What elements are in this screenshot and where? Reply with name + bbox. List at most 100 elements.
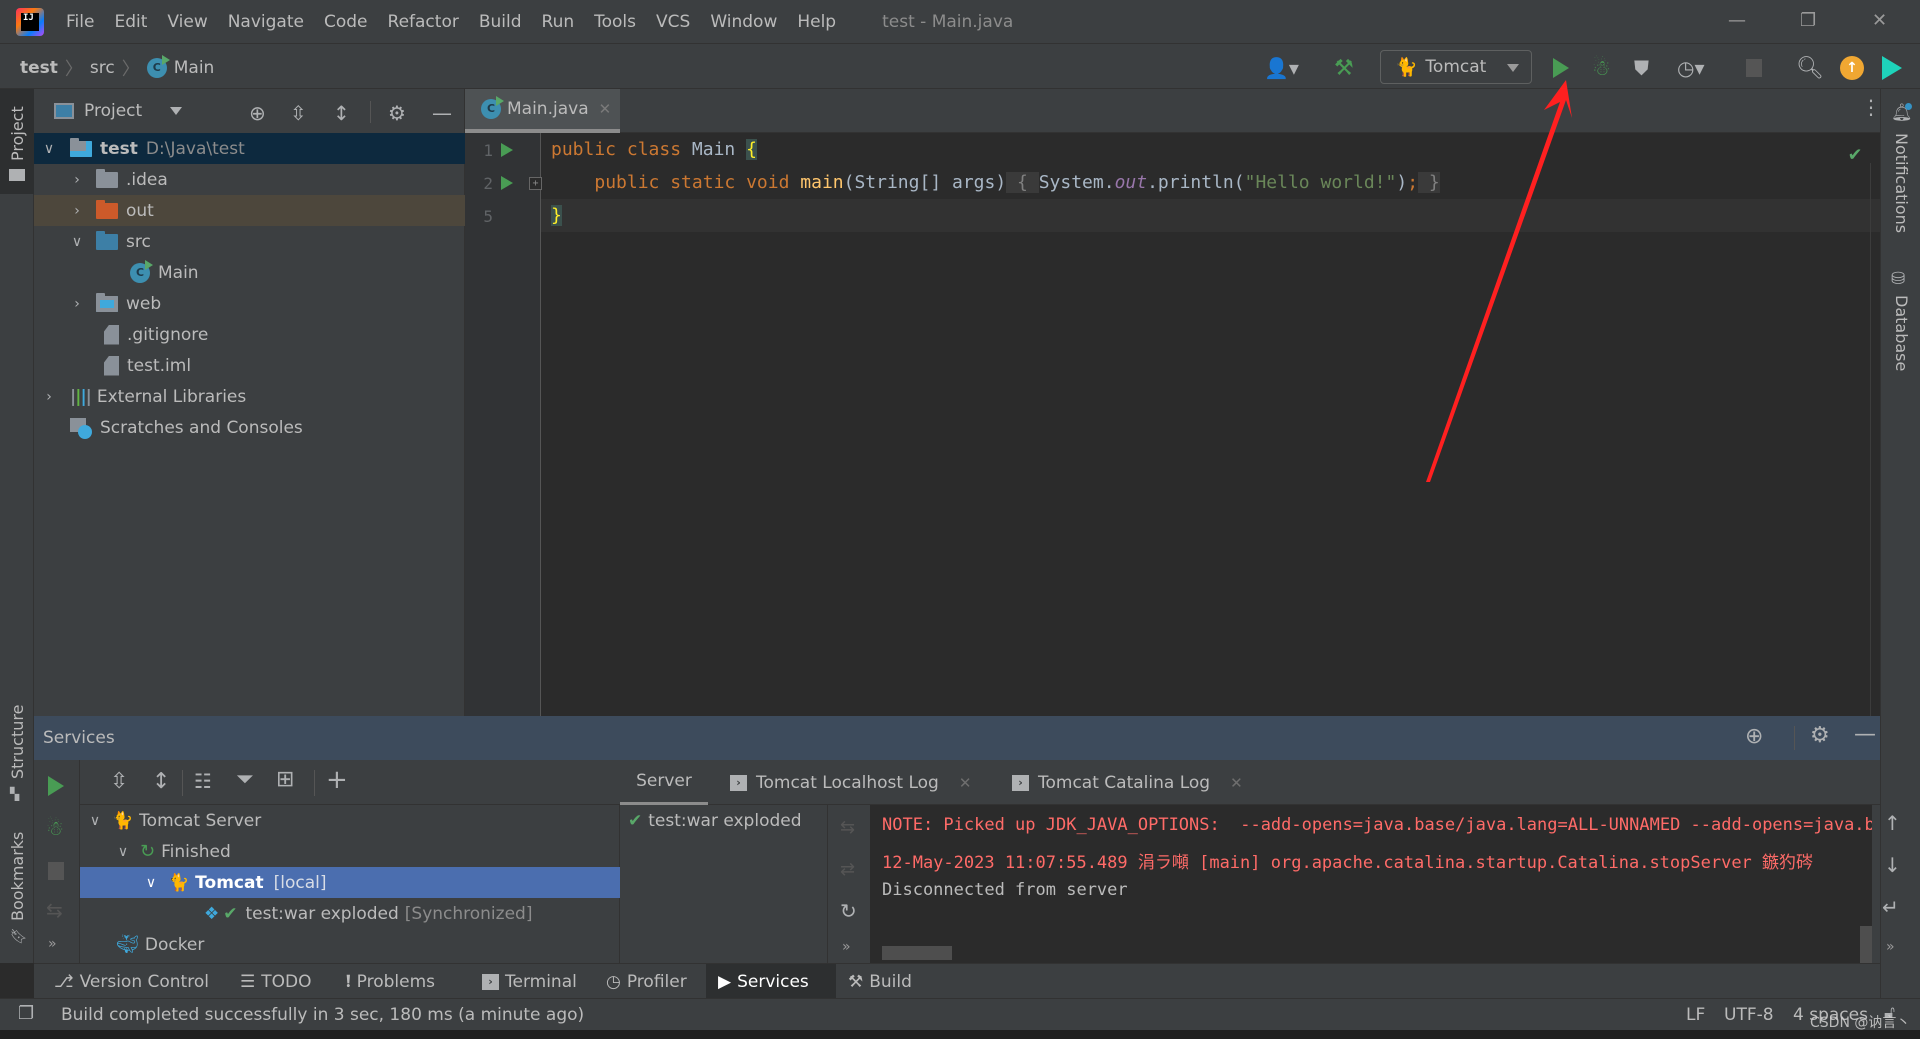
filter-icon[interactable]: ⏷: [236, 767, 254, 792]
close-tab-icon[interactable]: ✕: [1230, 774, 1243, 792]
database-tool-label[interactable]: Database: [1892, 295, 1911, 371]
chevron-right-icon[interactable]: ›: [70, 172, 84, 188]
toggle-tool-windows-icon[interactable]: ❐: [18, 1003, 34, 1024]
breadcrumb-src[interactable]: src: [90, 58, 115, 78]
run-gutter-icon[interactable]: [501, 143, 513, 157]
scroll-up-arrow-icon[interactable]: ↑: [1884, 811, 1901, 835]
tree-item-external-libraries[interactable]: › |||| External Libraries: [34, 381, 465, 412]
line-separator-indicator[interactable]: LF: [1686, 1005, 1705, 1025]
tree-item-test[interactable]: ∨ test D:\Java\test: [34, 133, 465, 164]
chevron-right-icon[interactable]: ›: [70, 203, 84, 219]
more-options-icon[interactable]: ⋮: [1861, 97, 1881, 117]
chevron-down-icon[interactable]: ∨: [144, 875, 158, 891]
menu-build[interactable]: Build: [479, 12, 522, 32]
soft-wrap-icon[interactable]: ↵: [1882, 895, 1899, 919]
vertical-scrollbar[interactable]: [1860, 926, 1872, 963]
scroll-down-arrow-icon[interactable]: ↓: [1884, 853, 1901, 877]
stop-icon[interactable]: [48, 862, 64, 880]
service-finished[interactable]: ∨ ↻ Finished: [80, 836, 620, 867]
run-configuration-selector[interactable]: 🐈 Tomcat: [1380, 50, 1532, 84]
chevron-down-icon[interactable]: ∨: [116, 844, 130, 860]
project-view-selector[interactable]: Project: [84, 101, 142, 121]
service-docker[interactable]: 🐳︎ Docker: [80, 929, 620, 960]
chevron-down-icon[interactable]: ∨: [42, 141, 56, 157]
tree-item-src[interactable]: ∨ src: [34, 226, 465, 257]
undeploy-icon[interactable]: ⇄: [840, 859, 855, 880]
console-output[interactable]: NOTE: Picked up JDK_JAVA_OPTIONS: --add-…: [870, 805, 1872, 963]
run-with-coverage-icon[interactable]: ⛊: [1634, 55, 1649, 81]
tool-profiler[interactable]: ◷ Profiler: [594, 964, 699, 999]
deployment-item[interactable]: ✔ test:war exploded: [620, 805, 828, 836]
tool-version-control[interactable]: ⎇ Version Control: [42, 964, 221, 999]
tab-server[interactable]: Server: [620, 760, 708, 805]
profiler-run-icon[interactable]: ◷▾: [1677, 55, 1705, 81]
tab-tomcat-catalina-log[interactable]: › Tomcat Catalina Log ✕: [1012, 760, 1243, 805]
vcs-user-icon[interactable]: 👤▾: [1264, 55, 1299, 81]
project-tool-label[interactable]: Project: [8, 106, 27, 161]
more-actions-icon[interactable]: »: [1886, 939, 1895, 955]
structure-tool-label[interactable]: Structure: [8, 705, 27, 779]
debug-bug-icon[interactable]: ☃: [46, 816, 64, 840]
service-war-exploded[interactable]: ❖ ✔ test:war exploded [Synchronized]: [80, 898, 620, 929]
fold-expand-icon[interactable]: +: [529, 177, 542, 190]
run-button[interactable]: [1553, 55, 1569, 81]
chevron-right-icon[interactable]: ›: [70, 296, 84, 312]
close-tab-icon[interactable]: ✕: [599, 100, 612, 118]
tree-item-gitignore[interactable]: .gitignore: [34, 319, 465, 350]
search-icon[interactable]: 🔍︎: [1796, 55, 1824, 81]
chevron-down-icon[interactable]: ∨: [88, 813, 102, 829]
menu-edit[interactable]: Edit: [114, 12, 147, 32]
group-by-icon[interactable]: ☷: [194, 769, 212, 793]
new-service-tab-icon[interactable]: ⊞: [276, 767, 294, 792]
stop-button[interactable]: [1746, 55, 1762, 81]
collapse-all-icon[interactable]: ↕: [152, 769, 170, 794]
menu-refactor[interactable]: Refactor: [388, 12, 459, 32]
hide-panel-icon[interactable]: —: [1854, 722, 1876, 747]
chevron-right-icon[interactable]: ›: [42, 389, 56, 405]
update-button[interactable]: ↑: [1840, 55, 1864, 81]
locate-file-icon[interactable]: ⊕: [249, 101, 266, 125]
tree-item-main[interactable]: C Main: [34, 257, 465, 288]
editor-scrollbar-track[interactable]: [1870, 163, 1871, 716]
horizontal-scrollbar[interactable]: [882, 946, 952, 960]
more-actions-icon[interactable]: »: [48, 936, 57, 952]
deploy-icon[interactable]: ⇆: [46, 898, 63, 922]
bookmarks-tool-label[interactable]: Bookmarks: [8, 832, 27, 921]
more-actions-icon[interactable]: »: [842, 939, 851, 955]
tab-tomcat-localhost-log[interactable]: › Tomcat Localhost Log ✕: [730, 760, 971, 805]
menu-code[interactable]: Code: [324, 12, 368, 32]
add-service-icon[interactable]: +: [326, 765, 348, 795]
breadcrumb-main[interactable]: Main: [174, 58, 215, 78]
tool-build[interactable]: ⚒ Build: [836, 964, 924, 999]
expand-all-icon[interactable]: ⇳: [290, 101, 307, 125]
close-window-button[interactable]: ✕: [1872, 10, 1887, 31]
run-icon[interactable]: [48, 776, 64, 796]
menu-window[interactable]: Window: [710, 12, 777, 32]
deploy-icon[interactable]: ⇆: [840, 817, 855, 838]
tree-item-web[interactable]: › web: [34, 288, 465, 319]
tool-services[interactable]: ▶︎ Services: [706, 964, 836, 999]
service-tomcat-server[interactable]: ∨ 🐈 Tomcat Server: [80, 805, 620, 836]
locate-icon[interactable]: ⊕: [1745, 724, 1763, 749]
tree-item-idea[interactable]: › .idea: [34, 164, 465, 195]
database-icon[interactable]: ⛁: [1891, 269, 1905, 289]
tree-item-test-iml[interactable]: test.iml: [34, 350, 465, 381]
menu-tools[interactable]: Tools: [594, 12, 636, 32]
encoding-indicator[interactable]: UTF-8: [1724, 1005, 1774, 1025]
hide-panel-icon[interactable]: —: [432, 101, 452, 125]
debug-bug-icon[interactable]: ☃: [1592, 55, 1611, 81]
tab-main-java[interactable]: C Main.java ✕: [465, 89, 620, 133]
tree-item-out[interactable]: › out: [34, 195, 465, 226]
menu-help[interactable]: Help: [797, 12, 836, 32]
inspection-ok-check-icon[interactable]: ✔: [1849, 141, 1861, 165]
notifications-tool-label[interactable]: Notifications: [1892, 133, 1911, 233]
code-editor[interactable]: 1 2 + 5 public class Main { public stati…: [465, 133, 1880, 716]
status-message[interactable]: Build completed successfully in 3 sec, 1…: [61, 1005, 584, 1025]
menu-file[interactable]: File: [66, 12, 94, 32]
breadcrumb-project[interactable]: test: [20, 58, 58, 78]
run-gutter-icon[interactable]: [501, 176, 513, 190]
gear-icon[interactable]: ⚙: [388, 101, 406, 125]
close-tab-icon[interactable]: ✕: [959, 774, 972, 792]
tool-terminal[interactable]: › Terminal: [470, 964, 589, 999]
menu-run[interactable]: Run: [542, 12, 575, 32]
